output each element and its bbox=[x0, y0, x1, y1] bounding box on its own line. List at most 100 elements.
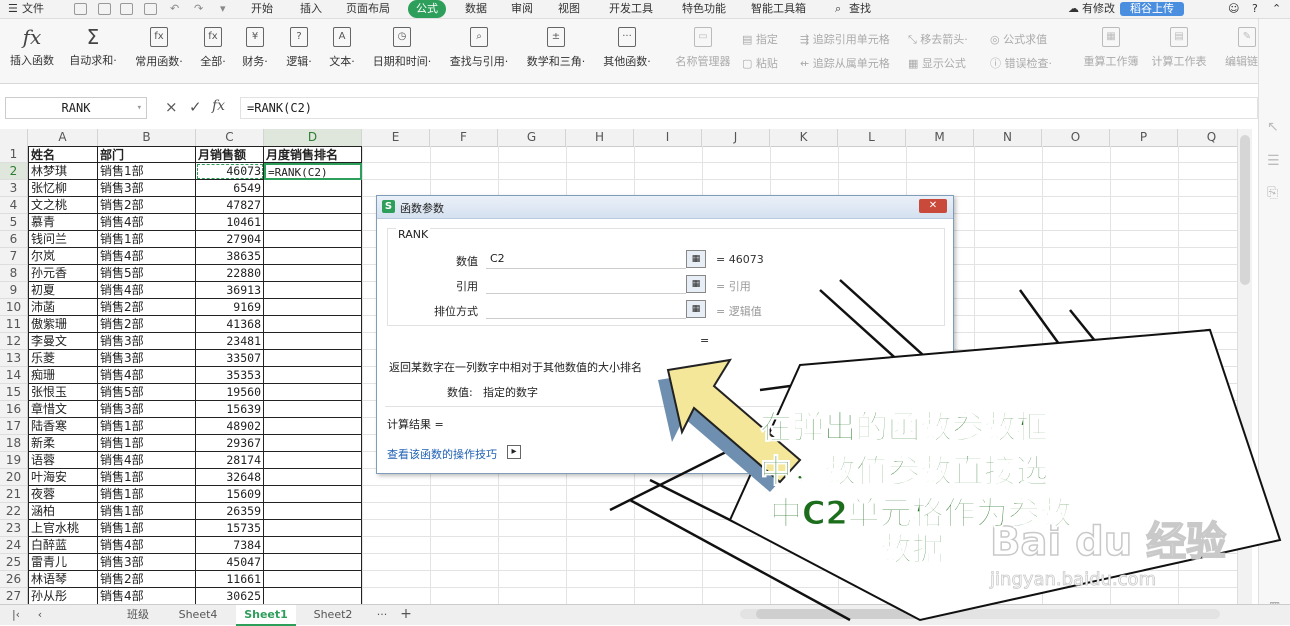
table-cell[interactable] bbox=[264, 520, 362, 537]
cancel-formula-icon[interactable]: × bbox=[165, 98, 178, 116]
table-cell[interactable]: 林梦琪 bbox=[28, 163, 98, 180]
header-cell[interactable]: 月销售额 bbox=[196, 146, 264, 163]
remove-arrows-button[interactable]: ⤡ 移去箭头· bbox=[908, 31, 968, 47]
all-functions-button[interactable]: fx 全部· bbox=[196, 25, 230, 69]
table-cell[interactable]: 销售1部 bbox=[98, 469, 196, 486]
scrollbar-thumb[interactable] bbox=[1240, 135, 1250, 285]
row-header[interactable]: 19 bbox=[0, 452, 28, 469]
table-cell[interactable] bbox=[264, 316, 362, 333]
table-cell[interactable]: 15639 bbox=[196, 401, 264, 418]
table-cell[interactable]: 15735 bbox=[196, 520, 264, 537]
column-header-e[interactable]: E bbox=[362, 129, 430, 146]
search-label[interactable]: 查找 bbox=[849, 0, 871, 18]
tab-smart-toolbox[interactable]: 智能工具箱 bbox=[751, 0, 806, 18]
quick-access-dropdown-icon[interactable]: ▾ bbox=[220, 0, 226, 18]
tab-data[interactable]: 数据 bbox=[465, 0, 487, 18]
row-header[interactable]: 7 bbox=[0, 248, 28, 265]
table-cell[interactable]: 痴珊 bbox=[28, 367, 98, 384]
table-cell[interactable]: 销售4部 bbox=[98, 452, 196, 469]
table-cell[interactable] bbox=[264, 333, 362, 350]
table-cell[interactable]: 销售4部 bbox=[98, 214, 196, 231]
backup-icon[interactable]: ⎘ bbox=[1267, 185, 1278, 201]
column-header-l[interactable]: L bbox=[838, 129, 906, 146]
name-box[interactable]: RANK ▾ bbox=[5, 97, 147, 119]
column-header-k[interactable]: K bbox=[770, 129, 838, 146]
confirm-formula-icon[interactable]: ✓ bbox=[189, 98, 202, 116]
fx-icon[interactable]: fx bbox=[212, 98, 225, 114]
column-header-g[interactable]: G bbox=[498, 129, 566, 146]
table-cell[interactable]: 销售1部 bbox=[98, 486, 196, 503]
column-header-m[interactable]: M bbox=[906, 129, 974, 146]
column-header-f[interactable]: F bbox=[430, 129, 498, 146]
table-cell[interactable]: 钱问兰 bbox=[28, 231, 98, 248]
recalculate-workbook-button[interactable]: ▦ 重算工作簿 bbox=[1080, 25, 1142, 69]
column-header-i[interactable]: I bbox=[634, 129, 702, 146]
table-cell[interactable] bbox=[264, 537, 362, 554]
table-cell[interactable]: 李曼文 bbox=[28, 333, 98, 350]
table-cell[interactable]: 27904 bbox=[196, 231, 264, 248]
column-header-d[interactable]: D bbox=[264, 129, 362, 146]
table-cell[interactable]: 销售1部 bbox=[98, 520, 196, 537]
table-cell[interactable]: 23481 bbox=[196, 333, 264, 350]
table-cell[interactable] bbox=[264, 571, 362, 588]
logical-button[interactable]: ? 逻辑· bbox=[281, 25, 317, 69]
date-time-button[interactable]: ◷ 日期和时间· bbox=[368, 25, 436, 69]
table-cell[interactable]: 销售4部 bbox=[98, 282, 196, 299]
first-sheet-icon[interactable]: |‹ bbox=[8, 605, 24, 624]
play-video-icon[interactable]: ▸ bbox=[507, 445, 521, 459]
select-cursor-icon[interactable]: ↖ bbox=[1267, 119, 1279, 135]
header-cell[interactable]: 姓名 bbox=[28, 146, 98, 163]
table-cell[interactable]: 销售1部 bbox=[98, 418, 196, 435]
table-cell[interactable]: 销售4部 bbox=[98, 367, 196, 384]
table-cell[interactable]: 销售1部 bbox=[98, 163, 196, 180]
table-cell[interactable]: 36913 bbox=[196, 282, 264, 299]
row-header[interactable]: 14 bbox=[0, 367, 28, 384]
save-icon[interactable] bbox=[74, 3, 87, 15]
table-cell[interactable]: 语蓉 bbox=[28, 452, 98, 469]
table-cell[interactable]: 销售4部 bbox=[98, 248, 196, 265]
table-cell[interactable]: 雷青儿 bbox=[28, 554, 98, 571]
row-header[interactable]: 6 bbox=[0, 231, 28, 248]
row-header[interactable]: 2 bbox=[0, 163, 28, 180]
table-cell[interactable]: 销售2部 bbox=[98, 316, 196, 333]
table-cell[interactable]: 销售1部 bbox=[98, 435, 196, 452]
table-cell[interactable]: 28174 bbox=[196, 452, 264, 469]
table-cell[interactable]: 41368 bbox=[196, 316, 264, 333]
horizontal-scrollbar[interactable] bbox=[740, 609, 1220, 619]
formula-input[interactable]: =RANK(C2) bbox=[240, 97, 1258, 119]
evaluate-formula-button[interactable]: ◎ 公式求值 bbox=[990, 31, 1047, 47]
autosum-button[interactable]: Σ 自动求和· bbox=[66, 25, 120, 68]
row-header[interactable]: 5 bbox=[0, 214, 28, 231]
share-button[interactable]: 稻谷上传 bbox=[1120, 2, 1184, 16]
text-button[interactable]: A 文本· bbox=[324, 25, 360, 69]
tab-home[interactable]: 开始 bbox=[251, 0, 273, 18]
add-sheet-icon[interactable]: + bbox=[396, 605, 416, 624]
tab-special-features[interactable]: 特色功能 bbox=[682, 0, 726, 18]
table-cell[interactable]: 7384 bbox=[196, 537, 264, 554]
row-header[interactable]: 18 bbox=[0, 435, 28, 452]
print-icon[interactable] bbox=[120, 3, 133, 15]
tab-developer[interactable]: 开发工具 bbox=[609, 0, 653, 18]
table-cell[interactable] bbox=[264, 265, 362, 282]
sheet-tab-sheet1[interactable]: Sheet1 bbox=[236, 605, 296, 626]
table-cell[interactable] bbox=[264, 452, 362, 469]
lookup-reference-button[interactable]: ⌕ 查找与引用· bbox=[444, 25, 514, 69]
insert-function-button[interactable]: fx 插入函数 bbox=[6, 25, 58, 68]
row-header[interactable]: 20 bbox=[0, 469, 28, 486]
table-cell[interactable]: 新柔 bbox=[28, 435, 98, 452]
function-tips-link[interactable]: 查看该函数的操作技巧 bbox=[387, 446, 497, 462]
error-check-button[interactable]: ⓘ 错误检查· bbox=[990, 55, 1052, 71]
range-picker-icon[interactable]: ▦ bbox=[686, 300, 706, 318]
table-cell[interactable]: 张恨玉 bbox=[28, 384, 98, 401]
header-cell[interactable]: 部门 bbox=[98, 146, 196, 163]
tab-review[interactable]: 审阅 bbox=[511, 0, 533, 18]
define-name-button[interactable]: ▤ 指定 bbox=[742, 31, 778, 47]
table-cell[interactable]: 销售2部 bbox=[98, 571, 196, 588]
table-cell[interactable]: 销售5部 bbox=[98, 384, 196, 401]
menu-file[interactable]: 文件 bbox=[22, 0, 44, 18]
table-cell[interactable] bbox=[264, 248, 362, 265]
tab-formulas[interactable]: 公式 bbox=[408, 0, 446, 18]
name-manager-button[interactable]: ▭ 名称管理器 bbox=[672, 25, 734, 69]
column-header-n[interactable]: N bbox=[974, 129, 1042, 146]
horizontal-scrollbar-thumb[interactable] bbox=[756, 609, 936, 619]
